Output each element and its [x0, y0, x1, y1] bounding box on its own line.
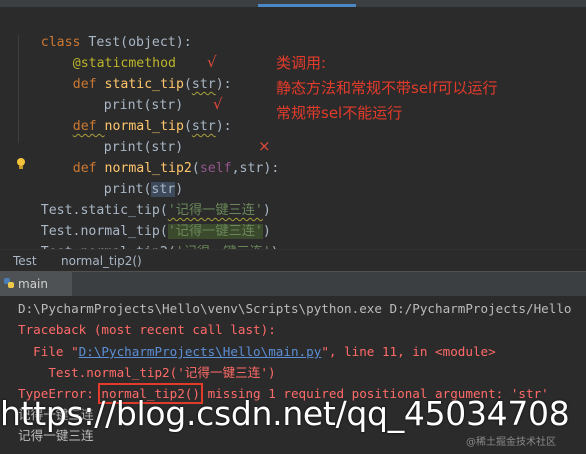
code-line-4: print(str): [103, 98, 184, 113]
run-tab-label: main: [18, 277, 48, 291]
code-line-9: Test.static_tip('记得一键三连'): [40, 203, 271, 218]
console-traceback: Traceback (most recent call last):: [18, 322, 276, 337]
breadcrumb: Test normal_tip2(): [0, 249, 586, 272]
breadcrumb-item-class[interactable]: Test: [13, 254, 37, 268]
code-line-1: class Test(object):: [40, 35, 192, 50]
url-watermark: https://blog.csdn.net/qq_45034708: [0, 394, 570, 433]
annotation-line-3: 常规带sel不能运行: [276, 104, 403, 122]
code-editor[interactable]: class Test(object): @staticmethod def st…: [0, 7, 586, 260]
code-line-6: print(str): [103, 140, 184, 155]
code-line-5: def normal_tip(str):: [72, 119, 232, 134]
console-file-line: File "D:\PycharmProjects\Hello\main.py",…: [18, 344, 496, 359]
check-mark-2: √: [213, 95, 223, 113]
console-code-line: Test.normal_tip2('记得一键三连'): [18, 365, 276, 380]
run-tool-window-tabs: main: [0, 271, 586, 299]
file-link[interactable]: D:\PycharmProjects\Hello\main.py: [79, 344, 322, 359]
code-line-3: def static_tip(str):: [72, 77, 232, 92]
code-line-10: Test.normal_tip('记得一键三连'): [40, 224, 271, 239]
check-mark-1: √: [207, 53, 217, 71]
code-line-7: def normal_tip2(self,str):: [72, 161, 280, 176]
breadcrumb-item-method[interactable]: normal_tip2(): [61, 254, 142, 268]
run-tab-main[interactable]: main: [0, 272, 72, 299]
cross-mark: ×: [258, 137, 271, 155]
code-line-11: Test.normal_tip2('记得一键三连'): [9, 221, 279, 260]
code-line-8: print(str): [103, 182, 184, 197]
code-line-2: @staticmethod: [72, 56, 176, 71]
console-command: D:\PycharmProjects\Hello\venv\Scripts\py…: [18, 301, 572, 316]
corner-watermark: @稀土掘金技术社区: [466, 437, 556, 448]
python-file-icon: [4, 278, 14, 288]
annotation-line-1: 类调用:: [276, 54, 327, 72]
lightbulb-icon[interactable]: [16, 158, 26, 170]
annotation-line-2: 静态方法和常规不带self可以运行: [276, 79, 498, 97]
editor-tab-bar: [0, 0, 586, 7]
